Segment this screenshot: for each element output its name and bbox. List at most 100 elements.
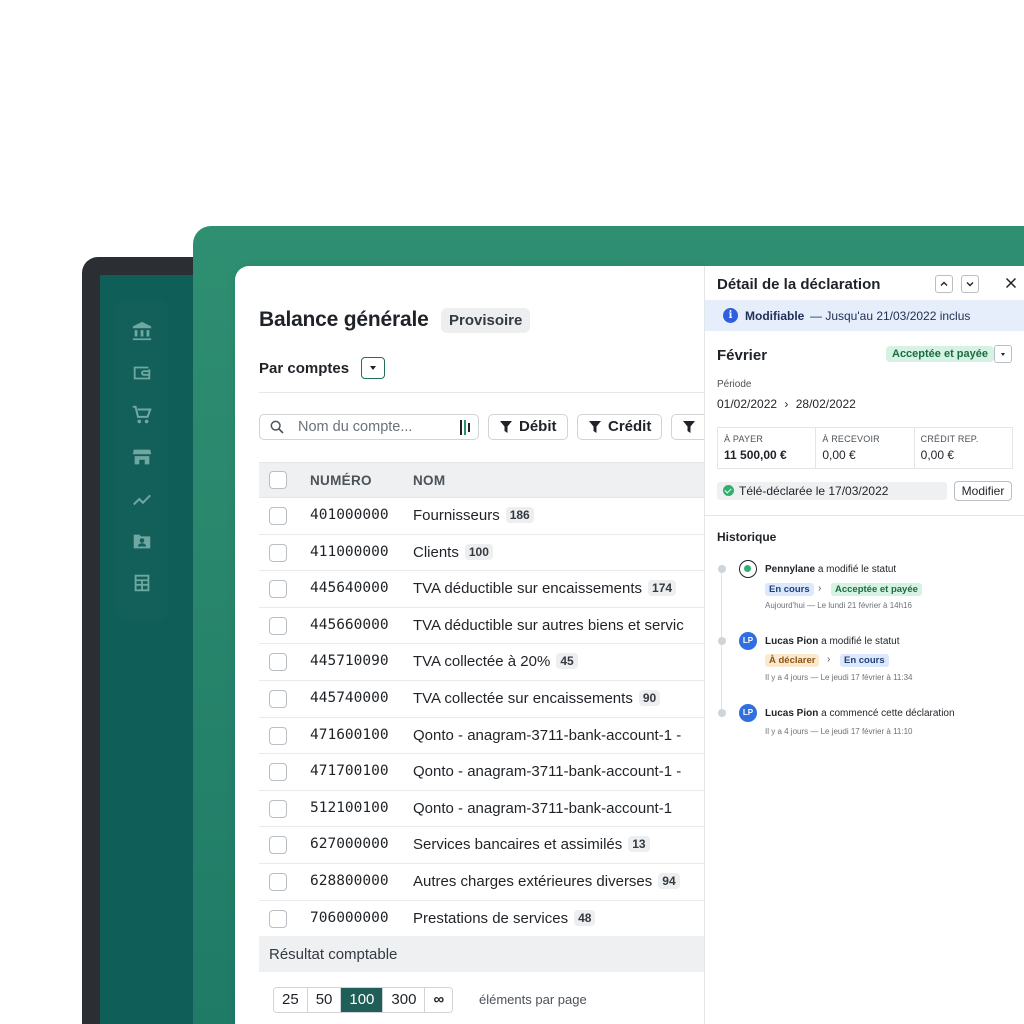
table-row[interactable]: 445660000 TVA déductible sur autres biens… (259, 607, 705, 645)
column-header-nom[interactable]: NOM (413, 473, 445, 488)
row-checkbox[interactable] (269, 690, 287, 708)
chevron-right-icon: › (784, 397, 789, 411)
tele-declaration-status: Télé-déclarée le 17/03/2022 (717, 482, 947, 500)
account-number: 512100100 (310, 799, 389, 816)
history-timestamp: Il y a 4 jours — Le jeudi 17 février à 1… (765, 727, 913, 736)
table-row[interactable]: 706000000 Prestations de services 48 (259, 900, 705, 938)
account-number: 627000000 (310, 836, 389, 853)
account-number: 401000000 (310, 507, 389, 523)
account-number: 706000000 (310, 909, 389, 926)
table-row[interactable]: 445740000 TVA collectée sur encaissements… (259, 681, 705, 718)
entry-count-badge: 45 (556, 653, 578, 670)
row-checkbox[interactable] (269, 543, 287, 562)
table-row[interactable]: 628800000 Autres charges extérieures dive… (259, 864, 705, 901)
table-row[interactable]: 471700100 Qonto - anagram-3711-bank-accou… (259, 754, 705, 791)
info-icon: i (723, 308, 738, 323)
filter-icon (683, 421, 695, 433)
history-timestamp: Il y a 4 jours — Le jeudi 17 février à 1… (765, 673, 913, 682)
row-checkbox[interactable] (269, 873, 287, 891)
previous-button[interactable] (935, 275, 953, 293)
filter-icon (589, 421, 601, 433)
modifier-button[interactable]: Modifier (954, 481, 1012, 501)
declaration-month: Février (717, 347, 768, 364)
group-dropdown-button[interactable] (361, 357, 385, 379)
row-checkbox[interactable] (269, 616, 287, 635)
history-action: a modifié le statut (817, 564, 897, 575)
account-name: Qonto - anagram-3711-bank-account-1 (413, 799, 673, 817)
divider (259, 392, 705, 393)
group-label: Par comptes (259, 360, 350, 377)
status-dropdown-button[interactable] (994, 345, 1012, 363)
filter-more-button[interactable] (671, 414, 705, 440)
table-row[interactable]: 411000000 Clients 100 (259, 534, 705, 572)
filter-debit-label: Débit (519, 418, 557, 435)
row-checkbox[interactable] (269, 507, 287, 525)
row-checkbox[interactable] (269, 909, 287, 928)
trend-icon[interactable] (131, 488, 153, 510)
row-checkbox[interactable] (269, 763, 287, 782)
status-tag-from: En cours (765, 583, 814, 596)
wallet-icon[interactable] (131, 362, 153, 384)
amount-value: 0,00 € (822, 448, 856, 462)
search-box[interactable] (259, 414, 479, 440)
store-icon[interactable] (131, 446, 153, 468)
filter-icon (500, 421, 512, 433)
account-number: 445640000 (310, 580, 389, 597)
bank-icon[interactable] (131, 320, 153, 342)
history-entry-text: Lucas Pion a commencé cette déclaration (765, 708, 955, 719)
spreadsheet-icon[interactable] (131, 572, 153, 594)
check-circle-icon (723, 485, 734, 496)
table-row[interactable]: 401000000 Fournisseurs 186 (259, 498, 705, 535)
timeline-dot (718, 709, 726, 717)
resultat-label: Résultat comptable (269, 946, 398, 963)
table-row[interactable]: 445640000 TVA déductible sur encaissement… (259, 571, 705, 608)
account-name-cell: Qonto - anagram-3711-bank-account-1 - (413, 727, 681, 744)
timeline-dot (718, 565, 726, 573)
account-name-cell: Fournisseurs 186 (413, 507, 534, 524)
close-icon[interactable] (1003, 275, 1019, 291)
avatar: LP (739, 632, 757, 650)
page-size-option-infinite[interactable]: ∞ (425, 988, 453, 1012)
folder-user-icon[interactable] (131, 530, 153, 552)
barcode-icon[interactable] (460, 420, 472, 435)
account-name: Fournisseurs (413, 507, 500, 524)
page-size-selector: 25 50 100 300 ∞ (273, 987, 454, 1013)
amount-label: À PAYER (724, 434, 764, 444)
chevron-up-icon (940, 281, 948, 286)
row-checkbox[interactable] (269, 836, 287, 855)
row-checkbox[interactable] (269, 580, 287, 599)
entry-count-badge: 174 (648, 580, 677, 597)
filter-debit-button[interactable]: Débit (488, 414, 568, 440)
filter-credit-button[interactable]: Crédit (577, 414, 663, 440)
page-size-option[interactable]: 25 (274, 988, 308, 1012)
page-size-option[interactable]: 50 (307, 988, 342, 1012)
account-name: Services bancaires et assimilés (413, 836, 623, 854)
table-row[interactable]: 445710090 TVA collectée à 20% 45 (259, 644, 705, 681)
column-header-numero[interactable]: NUMÉRO (310, 473, 372, 488)
historique-title: Historique (717, 530, 777, 544)
search-input[interactable] (298, 418, 448, 436)
next-button[interactable] (961, 275, 979, 293)
entry-count-badge: 48 (574, 909, 596, 926)
entry-count-badge: 90 (638, 690, 661, 706)
table-row[interactable]: 471600100 Qonto - anagram-3711-bank-accou… (259, 717, 705, 755)
account-number: 445660000 (310, 616, 389, 633)
account-number: 411000000 (310, 543, 389, 560)
table-row[interactable]: 627000000 Services bancaires et assimilés… (259, 827, 705, 864)
page-size-option[interactable]: 300 (383, 988, 426, 1012)
history-entry-text: Pennylane a modifié le statut (765, 564, 896, 575)
table-row[interactable]: 512100100 Qonto - anagram-3711-bank-accou… (259, 790, 705, 828)
account-number: 471600100 (310, 726, 389, 743)
entry-count-badge: 186 (505, 507, 534, 523)
periode-label: Période (717, 379, 752, 390)
row-checkbox[interactable] (269, 799, 287, 818)
amount-value: 0,00 € (920, 448, 955, 462)
declaration-status-badge: Acceptée et payée (886, 346, 994, 362)
row-checkbox[interactable] (269, 653, 287, 672)
status-tag-to: Acceptée et payée (831, 583, 922, 596)
select-all-checkbox[interactable] (269, 471, 287, 489)
page-size-option-active[interactable]: 100 (341, 988, 384, 1012)
row-checkbox[interactable] (269, 726, 287, 745)
history-actor: Lucas Pion (765, 636, 819, 647)
cart-icon[interactable] (131, 404, 153, 426)
